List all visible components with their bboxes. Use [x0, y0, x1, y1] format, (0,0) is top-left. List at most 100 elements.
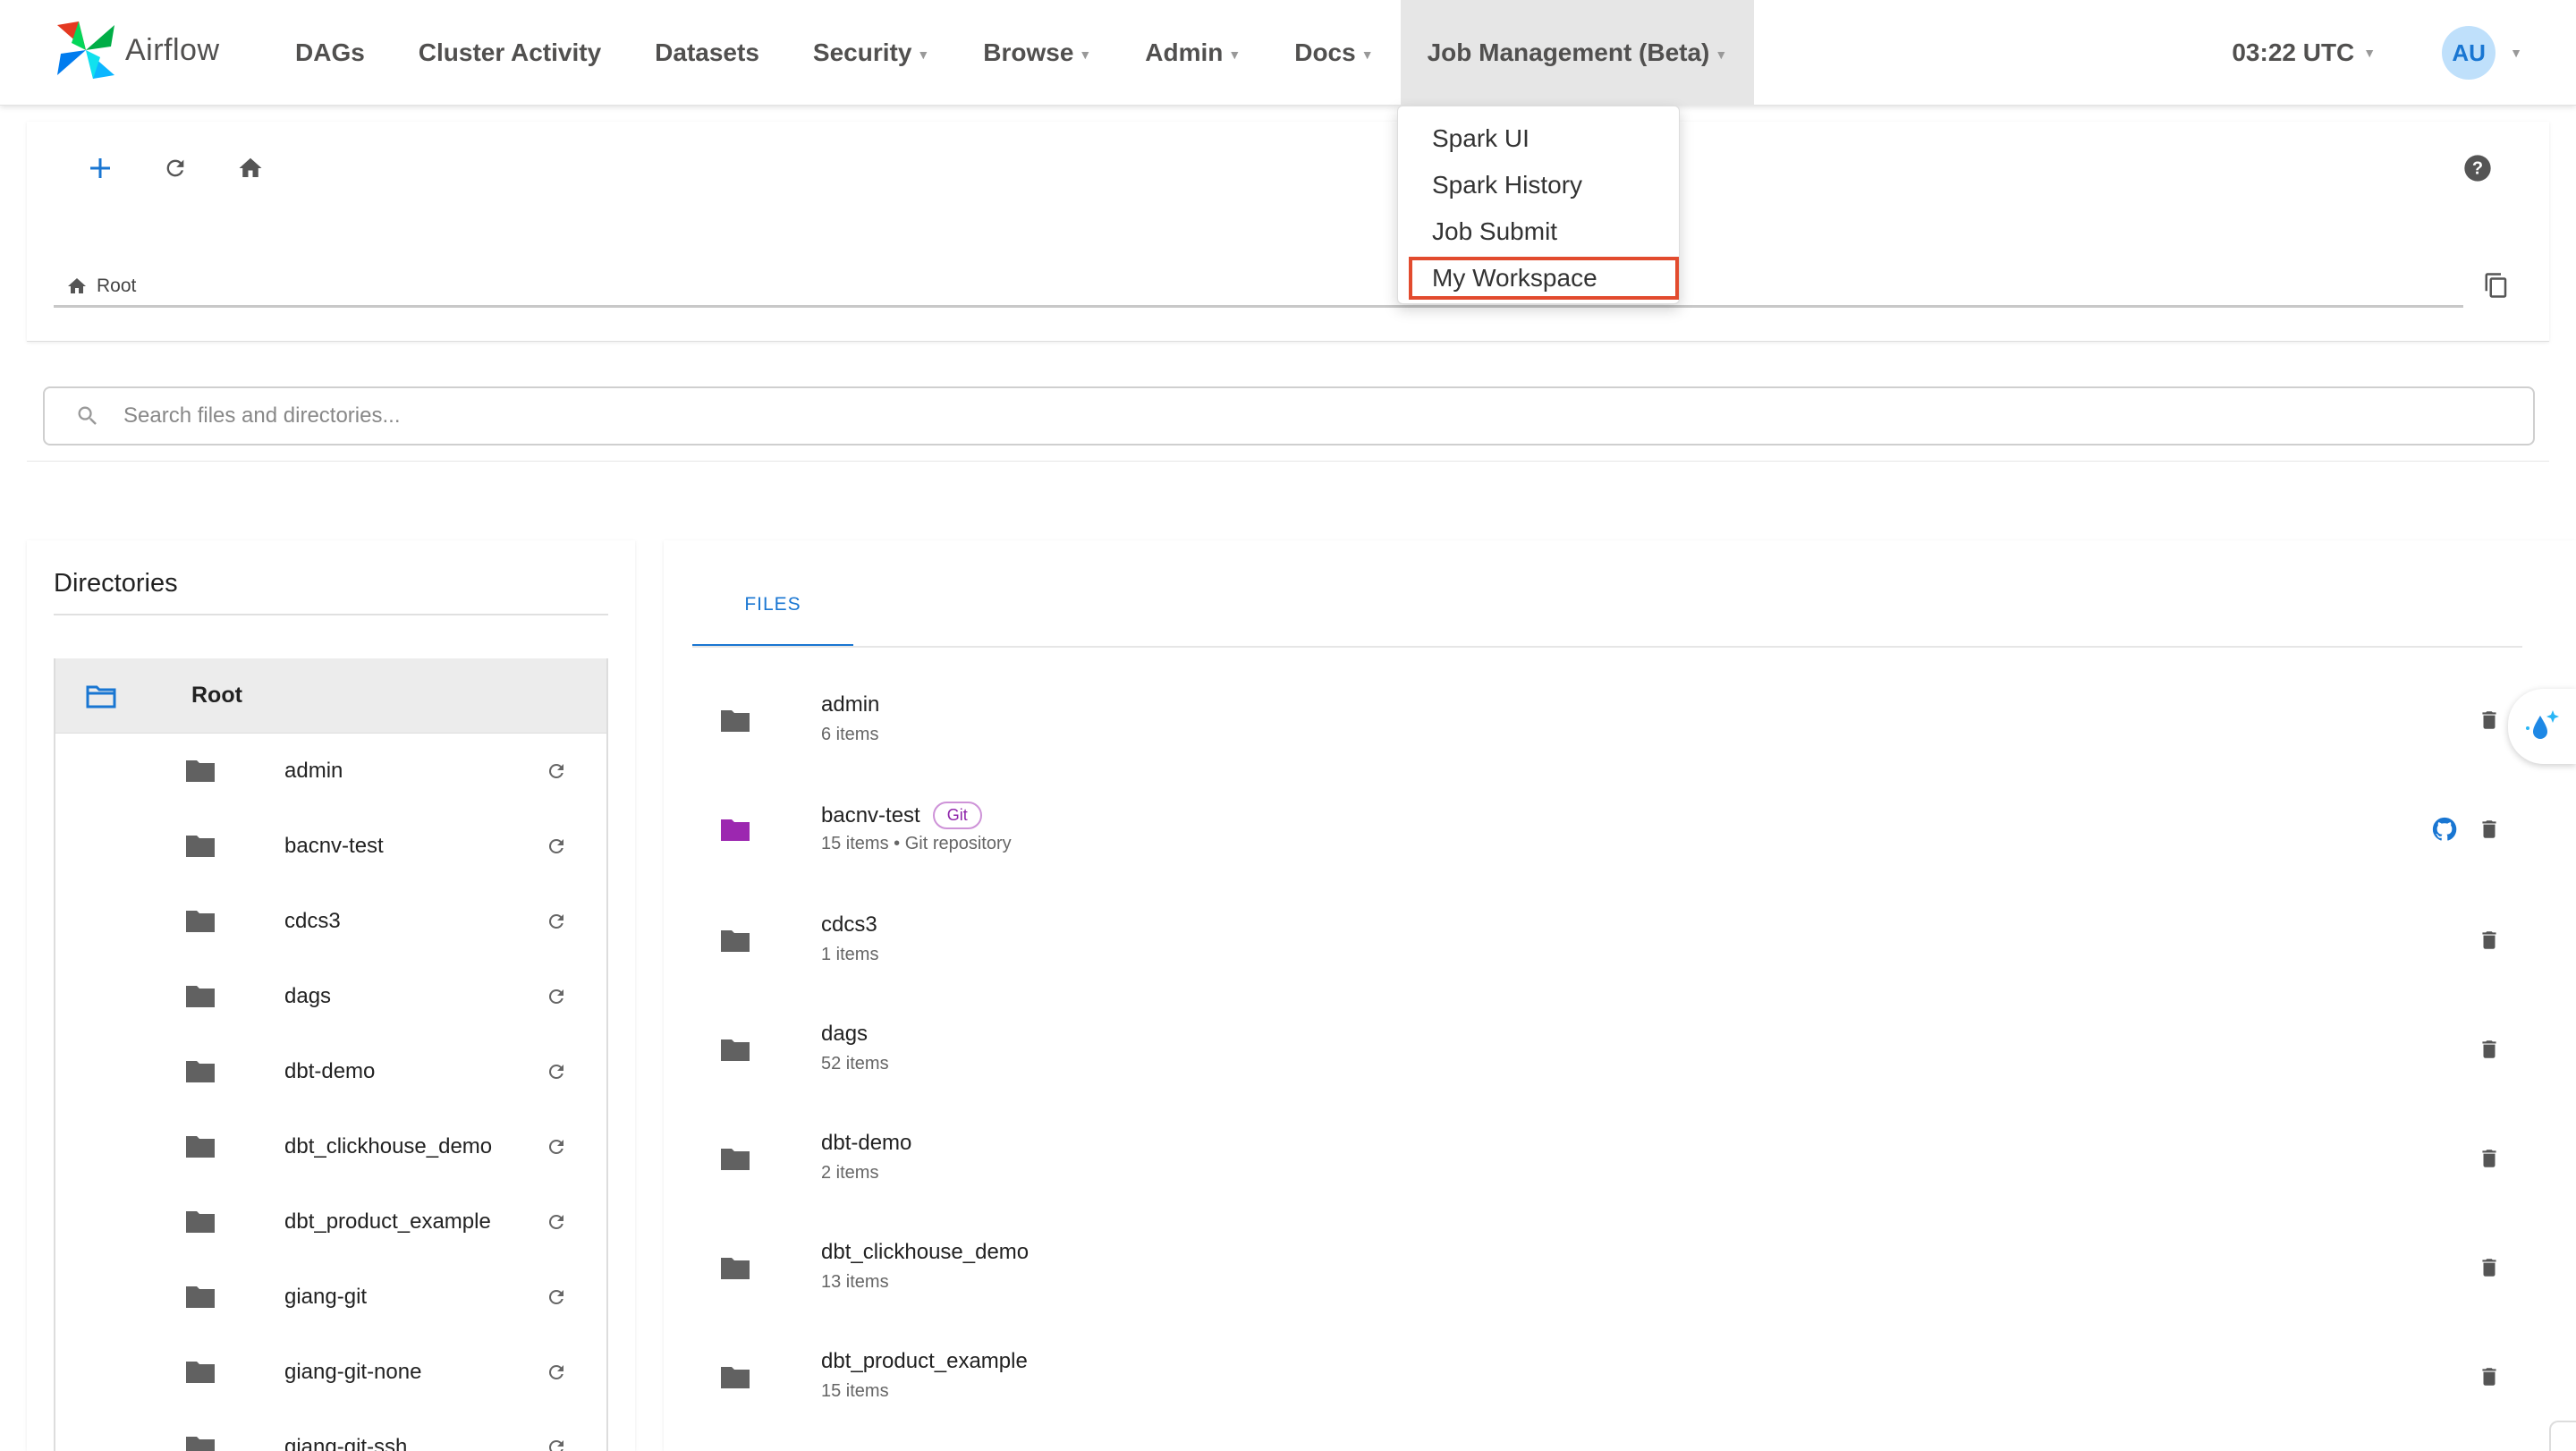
trash-icon[interactable] — [2478, 816, 2501, 843]
refresh-icon[interactable] — [157, 150, 193, 186]
file-row[interactable]: cdcs3 1 items — [692, 886, 2522, 995]
refresh-icon[interactable] — [546, 760, 567, 782]
refresh-icon[interactable] — [546, 1211, 567, 1233]
tree-item[interactable]: dbt_product_example — [55, 1184, 606, 1260]
file-row[interactable]: dbt_clickhouse_demo 13 items — [692, 1213, 2522, 1322]
tree-item[interactable]: giang-git-none — [55, 1335, 606, 1410]
corner-tab[interactable] — [2549, 1421, 2576, 1451]
file-meta: 13 items — [821, 1272, 889, 1292]
folder-icon — [186, 1136, 215, 1158]
tree-item[interactable]: dags — [55, 959, 606, 1034]
nav-right: 03:22 UTC ▼ AU ▼ — [2232, 0, 2522, 106]
folder-icon — [186, 1211, 215, 1233]
file-row[interactable]: bacnv-test Git 15 items • Git repository — [692, 775, 2522, 884]
nav-job-management-label: Job Management (Beta) — [1427, 38, 1710, 66]
menu-item-spark-ui[interactable]: Spark UI — [1398, 115, 1679, 162]
menu-item-spark-history[interactable]: Spark History — [1398, 162, 1679, 208]
file-row[interactable]: dbt_product_example 15 items — [692, 1322, 2522, 1431]
folder-icon — [721, 1039, 750, 1061]
nav-cluster-activity[interactable]: Cluster Activity — [392, 0, 628, 106]
file-meta: 2 items — [821, 1163, 879, 1183]
directory-tree: Root admin bacnv-test cdcs3 dags dbt-dem… — [54, 658, 608, 1451]
refresh-icon[interactable] — [546, 1362, 567, 1383]
plus-icon[interactable] — [82, 150, 118, 186]
file-row[interactable]: dags 52 items — [692, 995, 2522, 1104]
tree-item-label: dbt_product_example — [284, 1209, 491, 1234]
help-icon[interactable]: ? — [2460, 150, 2496, 186]
top-navbar: Airflow DAGs Cluster Activity Datasets S… — [0, 0, 2576, 106]
tree-item[interactable]: giang-git-ssh — [55, 1410, 606, 1451]
refresh-icon[interactable] — [546, 836, 567, 857]
user-avatar[interactable]: AU — [2442, 26, 2496, 80]
folder-icon — [186, 760, 215, 782]
assistant-fab[interactable] — [2508, 689, 2576, 764]
folder-icon — [186, 836, 215, 857]
trash-icon[interactable] — [2478, 1036, 2501, 1063]
caret-down-icon: ▼ — [917, 47, 930, 62]
nav-datasets[interactable]: Datasets — [628, 0, 786, 106]
refresh-icon[interactable] — [546, 1061, 567, 1082]
home-icon[interactable] — [66, 276, 88, 297]
menu-item-job-submit[interactable]: Job Submit — [1398, 208, 1679, 255]
nav-security[interactable]: Security ▼ — [786, 0, 956, 106]
file-name: bacnv-test — [821, 802, 920, 827]
trash-icon[interactable] — [2478, 1254, 2501, 1281]
git-badge: Git — [932, 802, 982, 829]
trash-icon[interactable] — [2478, 707, 2501, 734]
folder-icon — [721, 1258, 750, 1279]
search-icon — [78, 406, 97, 425]
tree-root-label: Root — [191, 683, 242, 708]
directories-title: Directories — [54, 569, 178, 598]
refresh-icon[interactable] — [546, 1286, 567, 1308]
tree-item[interactable]: admin — [55, 734, 606, 809]
droplet-sparkle-icon — [2526, 710, 2559, 739]
file-meta: 15 items — [821, 1381, 889, 1401]
copy-icon[interactable] — [2483, 272, 2510, 303]
refresh-icon[interactable] — [546, 1136, 567, 1158]
tree-item[interactable]: dbt_clickhouse_demo — [55, 1109, 606, 1184]
trash-icon[interactable] — [2478, 1145, 2501, 1172]
tree-item-label: bacnv-test — [284, 834, 384, 858]
tree-item[interactable]: giang-git — [55, 1260, 606, 1335]
tab-files[interactable]: FILES — [692, 580, 853, 648]
tree-item-label: giang-git-ssh — [284, 1435, 408, 1451]
search-input[interactable] — [123, 403, 2449, 429]
caret-down-icon: ▼ — [1715, 47, 1728, 62]
breadcrumb-root[interactable]: Root — [97, 276, 136, 297]
folder-icon — [721, 1367, 750, 1388]
github-icon[interactable] — [2431, 816, 2458, 843]
menu-item-my-workspace[interactable]: My Workspace — [1409, 257, 1679, 300]
job-management-dropdown: Spark UI Spark History Job Submit My Wor… — [1397, 106, 1680, 304]
nav-admin[interactable]: Admin ▼ — [1118, 0, 1267, 106]
nav-browse[interactable]: Browse ▼ — [956, 0, 1118, 106]
file-name: cdcs3 — [821, 912, 877, 937]
airflow-logo[interactable]: Airflow — [52, 16, 220, 84]
tree-item[interactable]: cdcs3 — [55, 884, 606, 959]
folder-icon — [186, 1061, 215, 1082]
trash-icon[interactable] — [2478, 1363, 2501, 1390]
home-icon[interactable] — [233, 150, 268, 186]
refresh-icon[interactable] — [546, 1437, 567, 1451]
tree-item[interactable]: bacnv-test — [55, 809, 606, 884]
file-name-wrap: bacnv-test Git — [821, 802, 982, 829]
tree-item[interactable]: dbt-demo — [55, 1034, 606, 1109]
file-meta: 6 items — [821, 725, 879, 744]
tree-item-label: admin — [284, 759, 343, 783]
tree-root[interactable]: Root — [55, 658, 606, 734]
refresh-icon[interactable] — [546, 986, 567, 1007]
tree-item-label: giang-git-none — [284, 1360, 422, 1384]
trash-icon[interactable] — [2478, 927, 2501, 954]
nav-docs[interactable]: Docs ▼ — [1267, 0, 1400, 106]
file-meta: 52 items — [821, 1054, 889, 1073]
folder-icon — [721, 1149, 750, 1170]
file-row[interactable]: dbt-demo 2 items — [692, 1104, 2522, 1213]
nav-dags[interactable]: DAGs — [268, 0, 392, 106]
file-name: admin — [821, 692, 880, 717]
utc-time-menu[interactable]: 03:22 UTC ▼ — [2232, 38, 2376, 67]
caret-down-icon[interactable]: ▼ — [2510, 46, 2522, 60]
nav-cluster-activity-label: Cluster Activity — [418, 38, 602, 66]
refresh-icon[interactable] — [546, 911, 567, 932]
nav-job-management[interactable]: Job Management (Beta) ▼ — [1400, 0, 1755, 106]
file-row[interactable]: admin 6 items — [692, 666, 2522, 775]
tree-item-label: dbt_clickhouse_demo — [284, 1134, 493, 1158]
